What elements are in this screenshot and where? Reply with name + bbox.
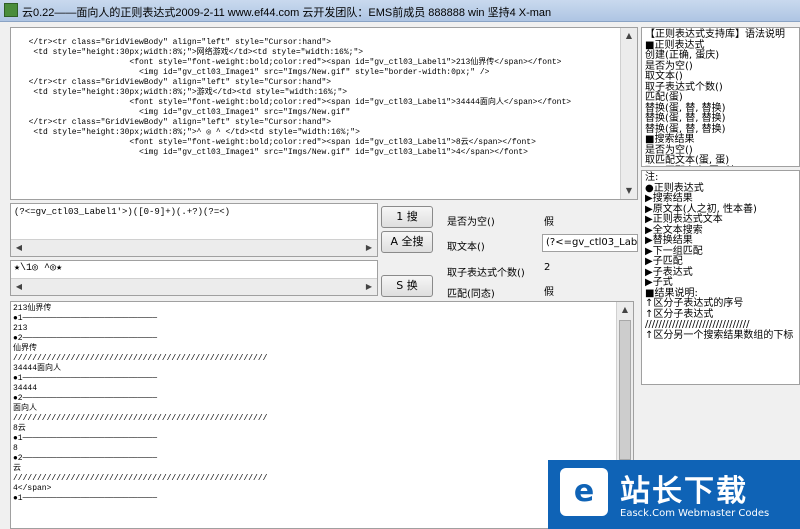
- is-empty-value: 假: [544, 217, 554, 228]
- source-line: <td style="height:30px;width:8%;">游戏</td…: [19, 88, 348, 97]
- search-key: 1: [396, 210, 404, 223]
- result-line: 仙界传: [13, 344, 37, 353]
- result-line: 8云: [13, 424, 26, 433]
- get-text-value[interactable]: (?<=gv_ctl03_Label1: [542, 234, 638, 252]
- help-line: 取子匹配文本(蛋, 替): [645, 166, 739, 167]
- search-all-label: 全搜: [401, 235, 424, 248]
- result-line: 面向人: [13, 404, 37, 413]
- search-all-button[interactable]: A 全搜: [381, 231, 433, 253]
- scroll-down-icon[interactable]: ▼: [621, 183, 637, 199]
- search-button[interactable]: 1 搜: [381, 206, 433, 228]
- replace-text: ★\1◎ ^◎★: [14, 263, 63, 274]
- notes-line: ↑区分子表达式的序号: [645, 298, 744, 309]
- watermark-url: Easck.Com Webmaster Codes: [620, 508, 770, 519]
- help-line: 创建(正确, 蛋庆): [645, 50, 720, 61]
- notes-panel[interactable]: 注: ●正则表达式 ▶搜索结果 ▶原文本(人之初, 性本善) ▶正则表达式文本 ▶…: [641, 170, 800, 385]
- notes-line: ▶替换结果: [645, 235, 693, 246]
- get-text-label: 取文本(): [447, 242, 485, 253]
- result-line: 云: [13, 464, 21, 473]
- search-all-key: A: [390, 235, 399, 248]
- result-line: ●1────────────────────────────: [13, 314, 158, 323]
- results-content: 213仙界传 ●1──────────────────────────── 213 ●…: [13, 304, 267, 504]
- notes-line: ▶子匹配: [645, 256, 683, 267]
- result-line: ●1────────────────────────────: [13, 494, 158, 503]
- result-line: ●1────────────────────────────: [13, 434, 158, 443]
- result-line: 8: [13, 444, 18, 453]
- watermark-name: 站长下载: [620, 474, 748, 509]
- result-line: ●2────────────────────────────: [13, 454, 158, 463]
- match-label: 匹配(同态): [447, 289, 495, 300]
- help-line: 取匹配文本(蛋, 蛋): [645, 155, 730, 166]
- help-panel[interactable]: 【正则表达式支持库】语法说明 ■正则表达式 创建(正确, 蛋庆) 是否为空() 取…: [641, 27, 800, 167]
- result-line: ●2────────────────────────────: [13, 394, 158, 403]
- help-line: 替换(蛋, 替, 替换): [645, 113, 726, 124]
- notes-content: 注: ●正则表达式 ▶搜索结果 ▶原文本(人之初, 性本善) ▶正则表达式文本 ▶…: [645, 172, 794, 341]
- watermark-banner: e 站长下载 Easck.Com Webmaster Codes: [548, 460, 800, 529]
- scroll-right-icon[interactable]: ▶: [361, 279, 377, 295]
- source-line: <font style="font-weight:bold;color:red"…: [19, 138, 536, 147]
- match-value: 假: [544, 287, 554, 298]
- source-line: <font style="font-weight:bold;color:red"…: [19, 58, 562, 67]
- notes-line: ↑区分另一个搜索结果数组的下标: [645, 329, 794, 341]
- result-line: ////////////////////////////////////////…: [13, 474, 268, 483]
- result-line: 4</span>: [13, 484, 52, 493]
- result-line: ////////////////////////////////////////…: [13, 414, 268, 423]
- results-panel[interactable]: 213仙界传 ●1──────────────────────────── 213 ●…: [10, 301, 634, 529]
- pattern-horizontal-scrollbar[interactable]: ◀ ▶: [11, 239, 377, 256]
- source-vertical-scrollbar[interactable]: ▲ ▼: [620, 28, 637, 199]
- replace-text-input[interactable]: ★\1◎ ^◎★ ◀ ▶: [10, 260, 378, 296]
- result-line: 34444面向人: [13, 364, 62, 373]
- source-line: </tr><tr class="GridViewBody" align="lef…: [19, 78, 332, 87]
- replace-horizontal-scrollbar[interactable]: ◀ ▶: [11, 278, 377, 295]
- help-line: ■搜索结果: [645, 134, 695, 145]
- replace-label: 换: [406, 279, 418, 292]
- window-title: 云0.22——面向人的正则表达式2009-2-11 www.ef44.com 云…: [22, 7, 552, 19]
- help-line: 【正则表达式支持库】语法说明: [645, 29, 785, 40]
- source-line: <td style="height:30px;width:8%;">网络游戏</…: [19, 48, 364, 57]
- results-scroll-thumb[interactable]: [619, 320, 631, 460]
- site-logo-icon: e: [560, 468, 608, 516]
- source-line: <img id="gv_ctl03_Image1" src="Imgs/New.…: [19, 68, 490, 77]
- result-line: ●1────────────────────────────: [13, 374, 158, 383]
- regex-pattern-text: (?<=gv_ctl03_Label1'>)([0-9]+)(.+?)(?=<): [14, 207, 231, 217]
- regex-pattern-input[interactable]: (?<=gv_ctl03_Label1'>)([0-9]+)(.+?)(?=<)…: [10, 203, 378, 257]
- title-bar: 云0.22——面向人的正则表达式2009-2-11 www.ef44.com 云…: [0, 0, 800, 22]
- search-label: 搜: [406, 210, 418, 223]
- scroll-left-icon[interactable]: ◀: [11, 240, 27, 256]
- source-line: </tr><tr class="GridViewBody" align="lef…: [19, 118, 332, 127]
- scroll-left-icon[interactable]: ◀: [11, 279, 27, 295]
- group-count-label: 取子表达式个数(): [447, 268, 525, 279]
- source-line: </tr><tr class="GridViewBody" align="lef…: [19, 38, 332, 47]
- result-line: ////////////////////////////////////////…: [13, 354, 268, 363]
- scroll-up-icon[interactable]: ▲: [617, 302, 633, 318]
- help-line: 匹配(蛋): [645, 92, 683, 103]
- source-line: <img id="gv_ctl03_Image1" src="Imgs/New.…: [19, 148, 528, 157]
- source-line: <img id="gv_ctl03_Image1" src="Imgs/New.…: [19, 108, 351, 117]
- result-line: 213: [13, 324, 28, 333]
- source-text-editor[interactable]: </tr><tr class="GridViewBody" align="lef…: [10, 27, 638, 200]
- group-count-value: 2: [544, 262, 551, 273]
- app-icon: [4, 3, 18, 17]
- notes-line: ▶搜索结果: [645, 193, 693, 204]
- help-content: 【正则表达式支持库】语法说明 ■正则表达式 创建(正确, 蛋庆) 是否为空() 取…: [645, 29, 785, 167]
- result-line: 34444: [13, 384, 38, 393]
- source-text-content: </tr><tr class="GridViewBody" align="lef…: [19, 38, 572, 158]
- result-line: ●2────────────────────────────: [13, 334, 158, 343]
- scroll-right-icon[interactable]: ▶: [361, 240, 377, 256]
- notes-line: ▶正则表达式文本: [645, 214, 723, 225]
- notes-line: ///////////////////////////////: [645, 319, 750, 330]
- help-line: 取文本(): [645, 71, 683, 82]
- result-line: 213仙界传: [13, 304, 52, 313]
- replace-button[interactable]: S 换: [381, 275, 433, 297]
- source-line: <td style="height:30px;width:8%;">^ ◎ ^ …: [19, 128, 360, 137]
- source-line: <font style="font-weight:bold;color:red"…: [19, 98, 572, 107]
- is-empty-label: 是否为空(): [447, 217, 495, 228]
- replace-key: S: [396, 279, 404, 292]
- scroll-up-icon[interactable]: ▲: [621, 28, 637, 44]
- notes-line: 注:: [645, 172, 659, 183]
- notes-line: ▶子式: [645, 277, 673, 288]
